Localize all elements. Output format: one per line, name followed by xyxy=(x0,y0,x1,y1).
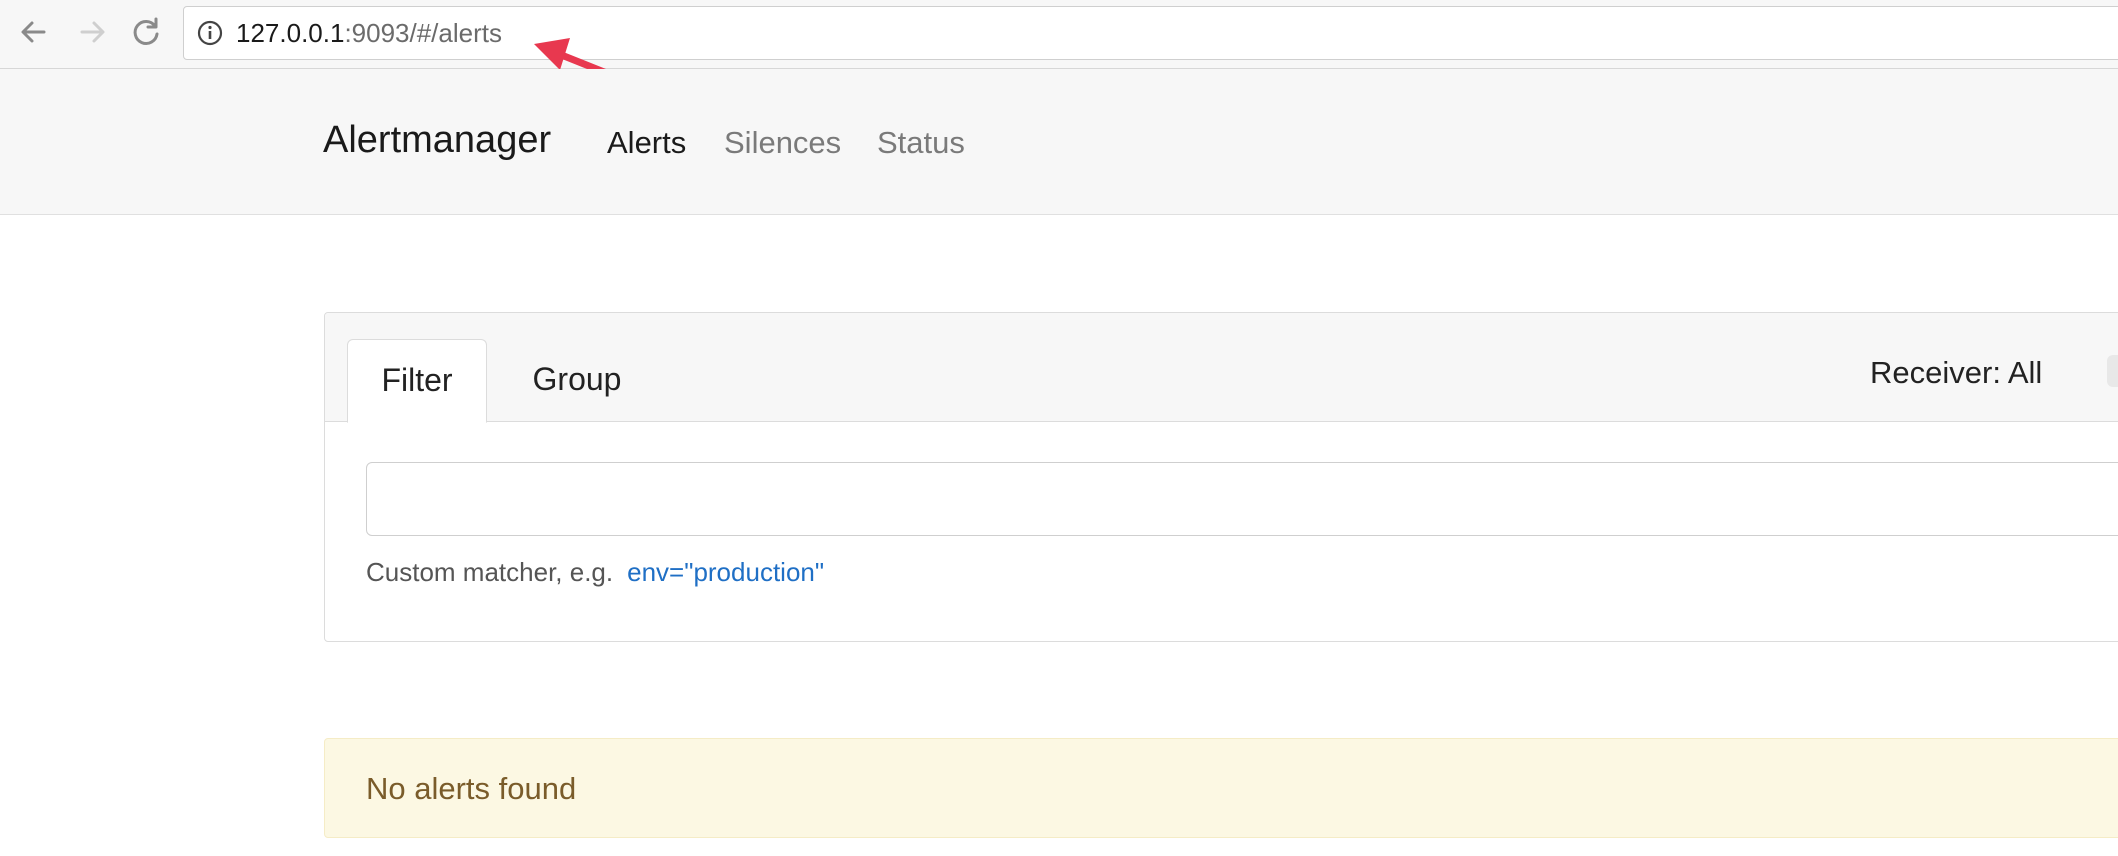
filter-hint-text: Custom matcher, e.g. xyxy=(366,557,614,587)
receiver-label[interactable]: Receiver: All xyxy=(1870,355,2042,391)
forward-button[interactable] xyxy=(72,12,112,52)
address-bar[interactable]: 127.0.0.1:9093/#/alerts xyxy=(183,6,2118,60)
browser-toolbar: 127.0.0.1:9093/#/alerts xyxy=(0,0,2118,69)
filter-card: Filter Group Receiver: All Custom matche… xyxy=(324,312,2118,642)
nav-status[interactable]: Status xyxy=(877,125,965,161)
filter-hint-example[interactable]: env="production" xyxy=(627,557,824,587)
url-text[interactable]: 127.0.0.1:9093/#/alerts xyxy=(236,19,502,47)
no-alerts-message: No alerts found xyxy=(324,738,2118,838)
back-button[interactable] xyxy=(14,12,54,52)
tab-group[interactable]: Group xyxy=(497,339,657,421)
receiver-toggle[interactable] xyxy=(2107,355,2118,387)
app-navbar: Alertmanager Alerts Silences Status xyxy=(0,69,2118,215)
arrow-left-icon xyxy=(21,21,46,43)
no-alerts-text: No alerts found xyxy=(366,771,577,806)
filter-card-header: Filter Group Receiver: All xyxy=(325,313,2118,423)
filter-hint: Custom matcher, e.g. env="production" xyxy=(366,557,824,588)
reload-icon xyxy=(133,17,159,45)
nav-alerts[interactable]: Alerts xyxy=(607,125,686,161)
tab-filter[interactable]: Filter xyxy=(347,339,487,423)
url-host: 127.0.0.1 xyxy=(236,18,345,48)
filter-input[interactable] xyxy=(366,462,2118,536)
brand-title[interactable]: Alertmanager xyxy=(323,119,551,162)
info-icon[interactable] xyxy=(196,19,224,47)
arrow-right-icon xyxy=(80,21,105,43)
nav-silences[interactable]: Silences xyxy=(724,125,841,161)
reload-button[interactable] xyxy=(126,12,166,52)
url-path: :9093/#/alerts xyxy=(344,18,502,48)
